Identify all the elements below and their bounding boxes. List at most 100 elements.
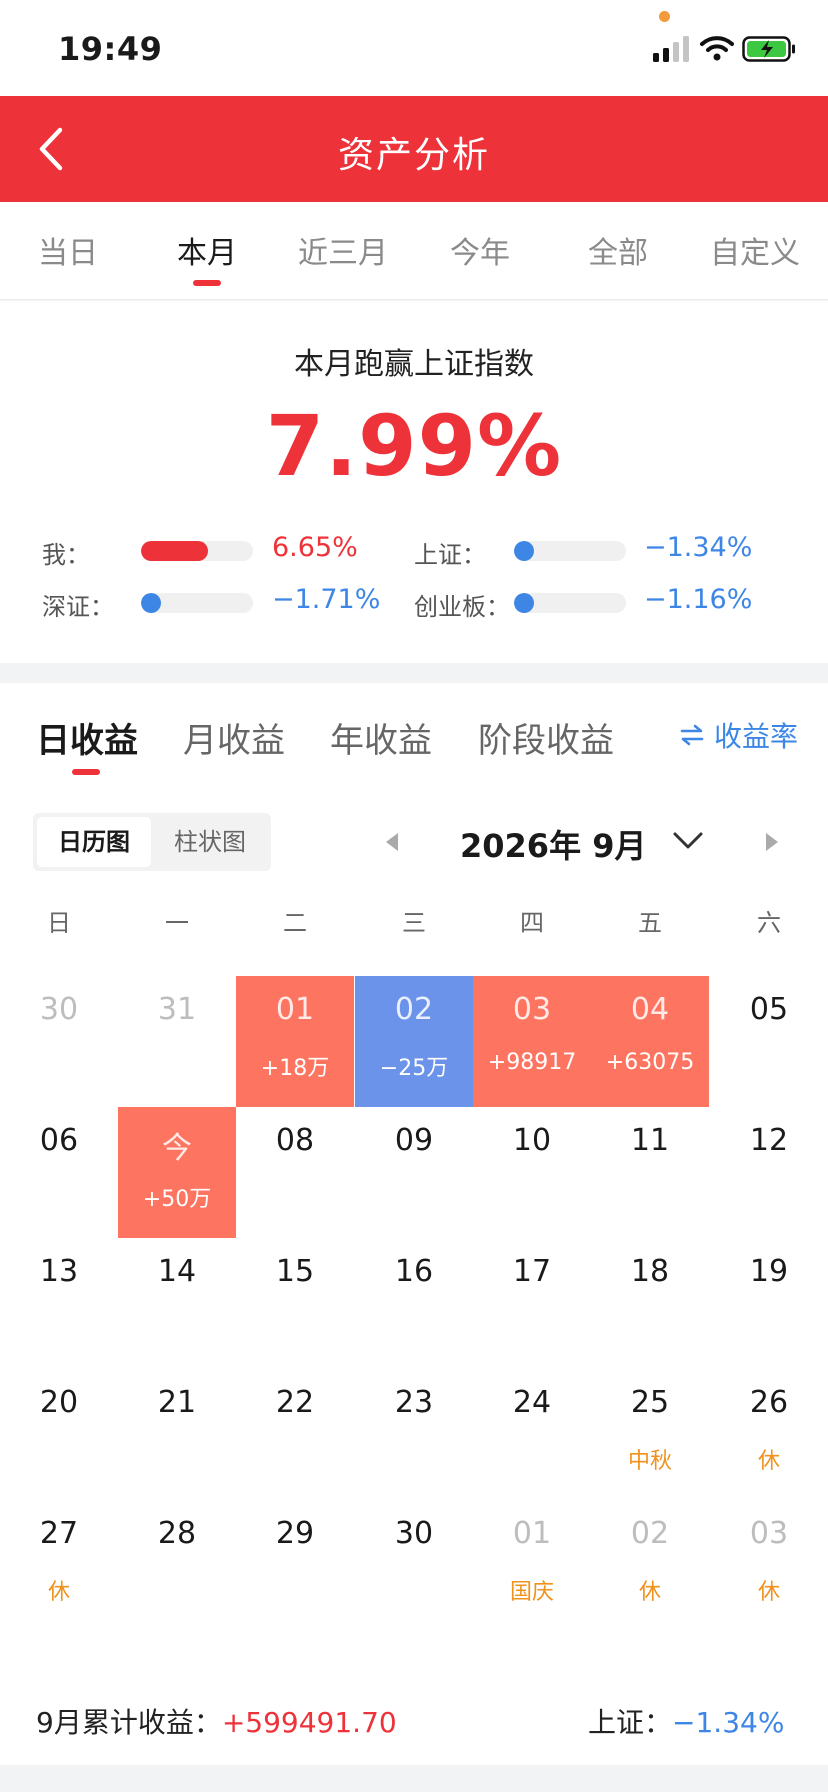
calendar-day-cell[interactable]: 18 (591, 1238, 709, 1369)
tab-monthly-earnings[interactable]: 月收益 (183, 713, 285, 762)
calendar-day-number: 18 (630, 1254, 670, 1289)
view-bar-option[interactable]: 柱状图 (153, 817, 267, 867)
calendar-day-number: 30 (39, 992, 79, 1027)
calendar-day-cell[interactable]: 30 (355, 1500, 473, 1631)
page-title: 资产分析 (337, 135, 490, 176)
calendar-day-number: 16 (394, 1254, 434, 1289)
calendar-day-cell[interactable]: 03 休 (710, 1500, 828, 1631)
calendar-day-number: 11 (630, 1123, 670, 1158)
benchmark-label-chinext: 创业板： (414, 593, 510, 621)
calendar-day-number: 21 (157, 1385, 197, 1420)
calendar-holiday-label: 休 (757, 1449, 780, 1474)
benchmark-label-me: 我： (42, 541, 90, 569)
calendar-day-cell[interactable]: 02 −25万 (355, 976, 473, 1107)
calendar-day-number: 30 (394, 1516, 434, 1551)
calendar-holiday-label: 休 (757, 1580, 780, 1605)
weekday-fri: 五 (638, 909, 662, 937)
tab-daily-earnings[interactable]: 日收益 (36, 713, 138, 762)
calendar-day-cell[interactable]: 今 +50万 (118, 1107, 236, 1238)
tab-this-month[interactable]: 本月 (147, 228, 267, 272)
benchmark-value-me: 6.65% (272, 532, 358, 563)
weekday-thu: 四 (520, 909, 544, 937)
weekday-mon: 一 (165, 909, 189, 937)
weekday-sun: 日 (47, 909, 71, 937)
calendar-day-cell[interactable]: 31 (118, 976, 236, 1107)
tab-custom[interactable]: 自定义 (695, 228, 815, 272)
calendar-day-cell[interactable]: 12 (710, 1107, 828, 1238)
calendar-day-number: 01 (275, 992, 315, 1027)
calendar-day-number: 10 (512, 1123, 552, 1158)
calendar-day-cell[interactable]: 02 休 (591, 1500, 709, 1631)
calendar-day-number: 19 (749, 1254, 789, 1289)
calendar-day-cell[interactable]: 25 中秋 (591, 1369, 709, 1500)
benchmark-value-chinext: −1.16% (644, 584, 753, 615)
calendar-day-cell[interactable]: 11 (591, 1107, 709, 1238)
tab-all[interactable]: 全部 (558, 228, 678, 272)
calendar-day-cell[interactable]: 10 (473, 1107, 591, 1238)
calendar-day-number: 20 (39, 1385, 79, 1420)
calendar-day-cell[interactable]: 16 (355, 1238, 473, 1369)
calendar-day-earnings: +18万 (260, 1056, 330, 1081)
calendar-day-cell[interactable]: 08 (236, 1107, 354, 1238)
calendar-day-cell[interactable]: 29 (236, 1500, 354, 1631)
monthly-total: 9月累计收益：+599491.70 (36, 1701, 397, 1741)
rate-toggle-label: 收益率 (714, 720, 799, 753)
calendar-day-cell[interactable]: 01 国庆 (473, 1500, 591, 1631)
calendar-day-cell[interactable]: 21 (118, 1369, 236, 1500)
tab-three-months[interactable]: 近三月 (283, 228, 403, 272)
weekday-header: 日 一 二 三 四 五 六 (0, 903, 828, 943)
tab-today[interactable]: 当日 (8, 228, 128, 272)
calendar-day-earnings: +98917 (487, 1050, 577, 1075)
calendar-day-cell[interactable]: 01 +18万 (236, 976, 354, 1107)
calendar-day-number: 24 (512, 1385, 552, 1420)
view-calendar-option[interactable]: 日历图 (37, 817, 151, 867)
next-month-icon[interactable] (764, 832, 780, 852)
calendar-day-earnings: +50万 (142, 1187, 212, 1212)
calendar-day-number: 03 (512, 992, 552, 1027)
calendar-day-cell[interactable]: 20 (0, 1369, 118, 1500)
calendar-day-cell[interactable]: 04 +63075 (591, 976, 709, 1107)
calendar-day-cell[interactable]: 30 (0, 976, 118, 1107)
calendar-day-cell[interactable]: 17 (473, 1238, 591, 1369)
calendar-day-number: 27 (39, 1516, 79, 1551)
rate-toggle-button[interactable]: 收益率 (680, 715, 798, 755)
calendar-day-cell[interactable]: 19 (710, 1238, 828, 1369)
calendar-day-number: 02 (630, 1516, 670, 1551)
battery-charging-icon (742, 36, 795, 62)
chevron-down-icon[interactable] (672, 829, 704, 853)
calendar-day-cell[interactable]: 06 (0, 1107, 118, 1238)
calendar-day-number: 06 (39, 1123, 79, 1158)
benchmark-label-shanghai: 上证： (414, 541, 486, 569)
calendar-holiday-label: 休 (638, 1580, 661, 1605)
calendar-day-cell[interactable]: 13 (0, 1238, 118, 1369)
tab-this-year[interactable]: 今年 (420, 228, 540, 272)
calendar-day-number: 15 (275, 1254, 315, 1289)
calendar-day-cell[interactable]: 03 +98917 (473, 976, 591, 1107)
outperformance-value: 7.99% (265, 397, 563, 495)
calendar-day-cell[interactable]: 14 (118, 1238, 236, 1369)
calendar-day-cell[interactable]: 15 (236, 1238, 354, 1369)
calendar-day-cell[interactable]: 27 休 (0, 1500, 118, 1631)
calendar-day-cell[interactable]: 05 (710, 976, 828, 1107)
calendar-day-cell[interactable]: 23 (355, 1369, 473, 1500)
calendar-day-number: 31 (157, 992, 197, 1027)
tab-period-earnings[interactable]: 阶段收益 (478, 713, 614, 762)
calendar-day-cell[interactable]: 22 (236, 1369, 354, 1500)
month-label: 2026年 9月 (460, 827, 647, 865)
tab-yearly-earnings[interactable]: 年收益 (330, 713, 432, 762)
calendar-day-number: 09 (394, 1123, 434, 1158)
calendar-day-cell[interactable]: 24 (473, 1369, 591, 1500)
benchmark-value-shanghai: −1.34% (644, 532, 753, 563)
earnings-card: 日收益 月收益 年收益 阶段收益 收益率 日历图 柱状图 2026年 9月 日 … (0, 683, 828, 1765)
calendar-day-earnings: −25万 (379, 1056, 449, 1081)
calendar-day-cell[interactable]: 09 (355, 1107, 473, 1238)
weekday-wed: 三 (402, 909, 426, 937)
calendar-day-number: 12 (749, 1123, 789, 1158)
calendar-day-number: 08 (275, 1123, 315, 1158)
calendar-day-number: 02 (394, 992, 434, 1027)
prev-month-icon[interactable] (384, 832, 400, 852)
calendar-day-cell[interactable]: 28 (118, 1500, 236, 1631)
calendar-day-cell[interactable]: 26 休 (710, 1369, 828, 1500)
calendar-day-earnings: +63075 (605, 1050, 695, 1075)
calendar-holiday-label: 国庆 (509, 1580, 554, 1605)
